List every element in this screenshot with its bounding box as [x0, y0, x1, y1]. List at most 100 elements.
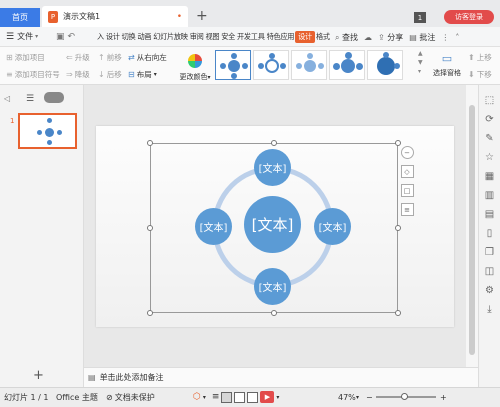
theme-name[interactable]: Office 主题	[56, 387, 98, 407]
center-node[interactable]: [文本]	[244, 196, 301, 253]
move-down-button[interactable]: ⬇ 下移	[468, 69, 492, 80]
zoom-out-button[interactable]: −	[366, 387, 373, 407]
upgrade-button[interactable]: ⇐ 升级	[66, 52, 90, 63]
left-node[interactable]: [文本]	[195, 208, 232, 245]
tab-smartart-design[interactable]: 设计	[295, 30, 315, 43]
shape-style-icon[interactable]: ◇	[400, 165, 414, 178]
collapse-panel-icon[interactable]: ◁	[4, 94, 10, 103]
resize-handle[interactable]	[395, 310, 401, 316]
search-button[interactable]: ⌕ 查找	[335, 32, 358, 43]
tab-developer[interactable]: 开发工具	[236, 32, 266, 42]
style-icon[interactable]: ✎	[485, 133, 493, 144]
add-item-button[interactable]: ⊞ 添加项目	[6, 52, 45, 63]
layout-button[interactable]: ⊟ 布局 ▾	[128, 69, 157, 80]
save-icon[interactable]: ▣	[56, 32, 65, 42]
more-icon[interactable]: ⋮	[441, 33, 449, 42]
zoom-in-button[interactable]: +	[440, 387, 447, 407]
cloud-icon[interactable]: ☁	[364, 33, 372, 42]
style-option-3[interactable]	[291, 50, 327, 80]
table-icon[interactable]: ▤	[485, 209, 494, 220]
window-count-badge[interactable]: 1	[414, 12, 426, 23]
tab-animation[interactable]: 动画	[136, 32, 152, 42]
chat-icon[interactable]: ◫	[485, 266, 494, 277]
download-icon[interactable]: ⤓	[487, 304, 491, 315]
add-bullet-button[interactable]: ≡ 添加项目符号	[6, 69, 60, 80]
gallery-up-icon[interactable]: ▲	[418, 50, 428, 57]
downgrade-button[interactable]: ⇒ 降级	[66, 69, 90, 80]
slide-thumbnail[interactable]	[18, 113, 77, 149]
normal-view-button[interactable]	[221, 391, 233, 403]
document-icon[interactable]: ▯	[487, 228, 493, 239]
collapse-icon[interactable]: −	[400, 146, 414, 159]
tab-insert[interactable]: 入	[96, 32, 105, 42]
tab-format[interactable]: 格式	[315, 32, 331, 42]
select-icon[interactable]: ⬚	[485, 95, 494, 106]
tab-review[interactable]: 审阅	[189, 32, 205, 42]
tab-security[interactable]: 安全	[220, 32, 236, 42]
notes-toggle-icon[interactable]: ≡	[212, 392, 220, 402]
select-pane-button[interactable]: ▭ 选择窗格	[432, 52, 462, 78]
right-to-left-button[interactable]: ⇄ 从右向左	[128, 52, 167, 63]
vertical-scrollbar[interactable]	[466, 85, 478, 367]
scrollbar-thumb[interactable]	[469, 105, 475, 355]
tab-close-icon[interactable]: •	[177, 12, 182, 22]
style-option-5[interactable]	[367, 50, 403, 80]
beautify-icon[interactable]: ⬡	[193, 392, 201, 402]
share-button[interactable]: ⇪ 分享	[378, 32, 403, 43]
chevron-down-icon[interactable]: ▾	[276, 394, 279, 401]
annotate-button[interactable]: ▤ 批注	[409, 32, 435, 43]
resize-handle[interactable]	[147, 225, 153, 231]
document-protection[interactable]: ⊘ 文档未保护	[106, 387, 155, 407]
style-option-1[interactable]	[215, 50, 251, 80]
shape-fill-icon[interactable]: □	[400, 184, 414, 197]
tab-transition[interactable]: 切换	[121, 32, 137, 42]
play-slideshow-button[interactable]: ▶	[260, 391, 275, 403]
change-color-button[interactable]: 更改颜色▾	[180, 52, 211, 82]
image-icon[interactable]: ▦	[485, 171, 494, 182]
move-up-button[interactable]: ⬆ 上移	[468, 52, 492, 63]
star-icon[interactable]: ☆	[485, 152, 494, 163]
home-tab[interactable]: 首页	[0, 8, 40, 27]
resize-handle[interactable]	[395, 225, 401, 231]
tab-special[interactable]: 特色应用	[266, 32, 296, 42]
tab-slideshow[interactable]: 幻灯片放映	[152, 32, 188, 42]
thumbnail-view-toggle[interactable]	[44, 92, 64, 103]
bottom-node[interactable]: [文本]	[254, 268, 291, 305]
zoom-track[interactable]	[376, 393, 436, 400]
zoom-dropdown-icon[interactable]: ▾	[356, 387, 359, 407]
resize-handle[interactable]	[271, 310, 277, 316]
move-forward-button[interactable]: ↑ 前移	[98, 52, 122, 63]
guest-login-button[interactable]: 访客登录	[444, 10, 494, 24]
file-menu[interactable]: ☰ 文件 ▾	[0, 31, 56, 42]
chart-icon[interactable]: ▥	[485, 190, 494, 201]
tab-design[interactable]: 设计	[105, 32, 121, 42]
add-slide-button[interactable]: +	[33, 368, 44, 383]
zoom-slider[interactable]	[376, 387, 436, 407]
resize-handle[interactable]	[271, 140, 277, 146]
text-layout-icon[interactable]: ≡	[400, 203, 414, 216]
style-option-4[interactable]	[329, 50, 365, 80]
undo-icon[interactable]: ↶	[68, 32, 76, 42]
gallery-more-icon[interactable]: ▾	[418, 68, 428, 75]
resize-handle[interactable]	[147, 310, 153, 316]
tab-view[interactable]: 视图	[204, 32, 220, 42]
copy-icon[interactable]: ❐	[485, 247, 494, 258]
reading-view-button[interactable]	[247, 391, 259, 403]
notes-area[interactable]: ▤ 单击此处添加备注	[84, 367, 478, 387]
chevron-down-icon[interactable]: ▾	[203, 394, 206, 401]
collapse-ribbon-icon[interactable]: ˄	[455, 33, 459, 42]
zoom-knob[interactable]	[400, 393, 408, 400]
top-node[interactable]: [文本]	[254, 149, 291, 186]
document-tab[interactable]: P 演示文稿1 •	[42, 6, 188, 27]
resize-handle[interactable]	[147, 140, 153, 146]
move-back-button[interactable]: ↓ 后移	[98, 69, 122, 80]
settings-icon[interactable]: ⚙	[485, 285, 494, 296]
new-tab-button[interactable]: +	[196, 9, 208, 23]
style-option-2[interactable]	[253, 50, 289, 80]
gallery-down-icon[interactable]: ▼	[418, 59, 428, 66]
transform-icon[interactable]: ⟳	[485, 114, 493, 125]
zoom-level[interactable]: 47%	[338, 387, 356, 407]
right-node[interactable]: [文本]	[314, 208, 351, 245]
sorter-view-button[interactable]	[234, 391, 246, 403]
outline-view-icon[interactable]: ☰	[26, 94, 34, 104]
